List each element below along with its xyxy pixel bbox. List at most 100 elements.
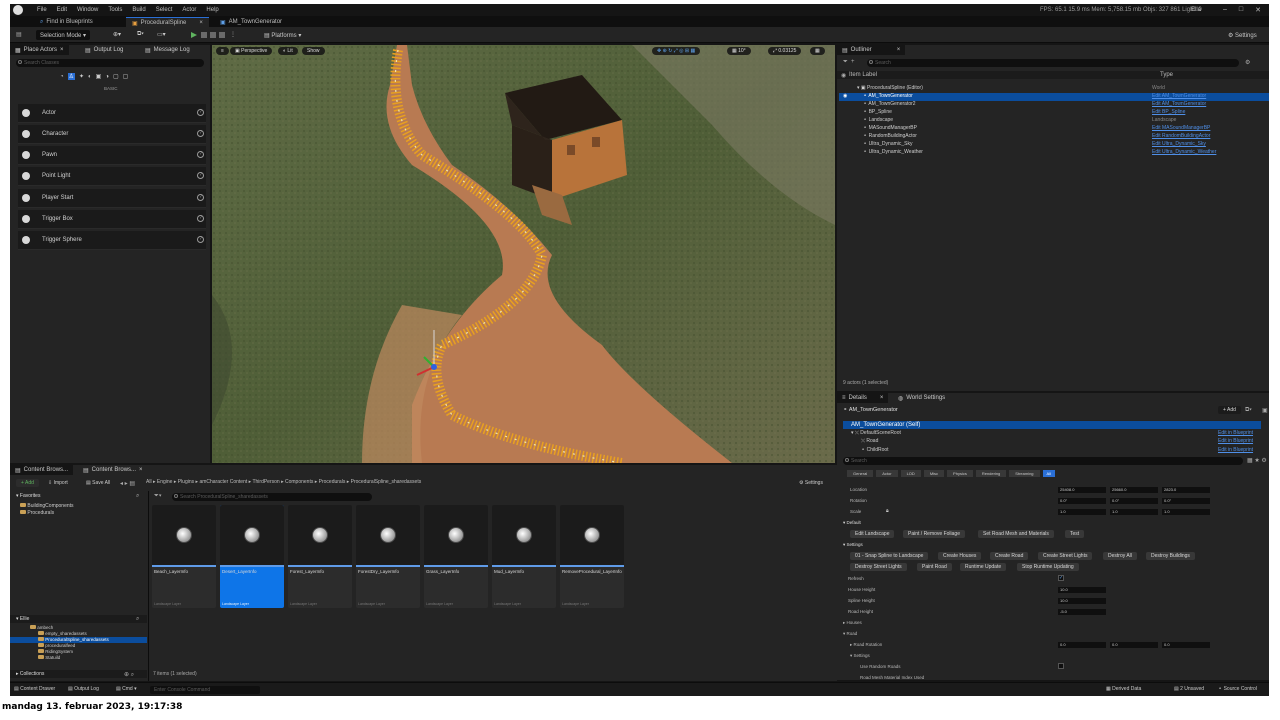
menu-tools[interactable]: Tools <box>108 7 122 13</box>
unsaved-button[interactable]: ▤ 2 Unsaved <box>1174 686 1204 692</box>
add-content-icon[interactable]: ⊕▾ <box>113 31 121 38</box>
output-log-button[interactable]: ▤ Output Log <box>68 686 99 692</box>
tab-procedural-spline[interactable]: ▣ ProceduralSpline × <box>126 17 209 27</box>
source-control-button[interactable]: ⚬ Source Control <box>1218 686 1257 692</box>
favorites-header[interactable]: ▾ Favorites <box>16 493 40 499</box>
visibility-icon[interactable]: ◉ <box>843 93 847 99</box>
menu-build[interactable]: Build <box>132 7 145 13</box>
search-icon[interactable]: ⌕ <box>136 616 139 623</box>
details-search-input[interactable]: Search <box>843 457 1243 465</box>
help-icon[interactable]: ? <box>197 236 204 243</box>
menu-help[interactable]: Help <box>206 7 218 13</box>
content-search-input[interactable]: Search ProceduralSpline_sharedassets <box>172 493 372 501</box>
asset-tile-grass[interactable]: Grass_LayerInfo Landscape Layer <box>424 505 488 608</box>
outliner-row-random-building-actor[interactable]: ⚬ RandomBuildingActor Edit RandomBuilding… <box>839 133 1269 141</box>
edit-in-blueprint-link[interactable]: Edit in Blueprint <box>1218 430 1253 436</box>
fav-building-components[interactable]: BuildingComponents <box>20 503 74 509</box>
tree-folder-proceduralfeed[interactable]: proceduralfeed <box>38 643 75 648</box>
blueprints-icon[interactable]: ⧉▾ <box>137 31 144 38</box>
runtime-update-button[interactable]: Runtime Update <box>960 563 1007 571</box>
filter-rendering[interactable]: Rendering <box>975 470 1007 477</box>
outliner-row-world[interactable]: ▾ ▣ ProceduralSpline (Editor) World <box>839 85 1269 93</box>
close-icon[interactable]: ✕ <box>1255 6 1261 14</box>
actor-item-pawn[interactable]: Pawn? <box>18 146 206 165</box>
console-input[interactable]: Enter Console Command <box>150 686 260 694</box>
actor-item-actor[interactable]: Actor? <box>18 104 206 123</box>
actor-item-point-light[interactable]: Point Light? <box>18 167 206 186</box>
level-viewport[interactable]: ≡ ▣ Perspective ◐ Lit Show ✥ ⊕ ↻ ⤢ ◎ ⊞ ▦… <box>212 45 835 463</box>
create-street-lights-button[interactable]: Create Street Lights <box>1038 552 1093 560</box>
actor-item-player-start[interactable]: Player Start? <box>18 189 206 208</box>
edit-in-blueprint-link[interactable]: Edit in Blueprint <box>1218 438 1253 444</box>
paint-road-button[interactable]: Paint Road <box>917 563 952 571</box>
filter-misc[interactable]: Misc <box>923 470 945 477</box>
outliner-search-input[interactable]: Search <box>867 59 1239 67</box>
stop-icon[interactable] <box>210 32 216 38</box>
tree-header[interactable]: ▾ Ellie <box>16 616 29 622</box>
asset-tile-beach[interactable]: Beach_LayerInfo Landscape Layer <box>152 505 216 608</box>
scale-z[interactable]: 1.0 <box>1162 509 1210 515</box>
paint-remove-foliage-button[interactable]: Paint / Remove Foliage <box>903 530 965 538</box>
filter-general[interactable]: General <box>847 470 874 477</box>
outliner-row-ultra-dynamic-weather[interactable]: ⚬ Ultra_Dynamic_Weather Edit Ultra_Dynami… <box>839 149 1269 157</box>
outliner-row-bp-spline[interactable]: ⚬ BP_Spline Edit BP_Spline <box>839 109 1269 117</box>
component-road[interactable]: ⤬ Road <box>861 438 878 444</box>
save-icon[interactable]: ▤ <box>16 31 22 38</box>
set-road-mesh-button[interactable]: Set Road Mesh and Materials <box>978 530 1054 538</box>
stop-runtime-updating-button[interactable]: Stop Runtime Updating <box>1017 563 1079 571</box>
platforms-dropdown[interactable]: ▤ Platforms ▾ <box>260 30 305 40</box>
breadcrumb-all[interactable]: All <box>146 479 152 485</box>
tab-outliner[interactable]: ▤ Outliner × <box>837 45 906 55</box>
breadcrumb-thirdperson[interactable]: ThirdPerson <box>252 479 279 485</box>
cinematics-icon[interactable]: ▭▾ <box>157 31 166 38</box>
property-matrix-icon[interactable]: ▦ ★ ⚙ <box>1247 457 1267 464</box>
fav-procedurals[interactable]: Procedurals <box>20 510 54 516</box>
content-drawer-button[interactable]: ▤ Content Drawer <box>14 686 55 692</box>
breadcrumb-procedurals[interactable]: Procedurals <box>319 479 346 485</box>
filter-icon[interactable]: ⏷▾ <box>154 493 162 500</box>
viewport-layout-icon[interactable]: ▦ <box>810 47 825 55</box>
filter-all[interactable]: All <box>1042 470 1055 477</box>
asset-tile-desert[interactable]: Desert_LayerInfo Landscape Layer <box>220 505 284 608</box>
menu-select[interactable]: Select <box>156 7 173 13</box>
tab-message-log[interactable]: ▤ Message Log <box>140 45 195 55</box>
actor-item-trigger-sphere[interactable]: Trigger Sphere? <box>18 231 206 250</box>
menu-edit[interactable]: Edit <box>57 7 67 13</box>
edit-landscape-button[interactable]: Edit Landscape <box>850 530 895 538</box>
section-road[interactable]: ▾ Road <box>843 631 857 637</box>
show-button[interactable]: Show <box>302 47 325 55</box>
tree-folder-empty[interactable]: empty_sharedassets <box>38 631 87 636</box>
selection-mode-dropdown[interactable]: Selection Mode ▾ <box>36 30 91 40</box>
help-icon[interactable]: ? <box>197 130 204 137</box>
breadcrumb-engine[interactable]: Engine <box>157 479 173 485</box>
rotation-y[interactable]: 0.0° <box>1110 498 1158 504</box>
tab-output-log[interactable]: ▤ Output Log <box>80 45 128 55</box>
component-child-root[interactable]: ⚬ ChildRoot <box>861 447 889 453</box>
tab-am-town-generator[interactable]: ▣ AM_TownGenerator <box>214 17 288 27</box>
col-item-label[interactable]: Item Label <box>849 72 877 78</box>
maximize-icon[interactable]: □ <box>1239 6 1243 14</box>
basic-category-icon[interactable]: ♙ <box>67 73 76 80</box>
road-rotation-z[interactable]: 0.0 <box>1162 642 1210 648</box>
breadcrumb-plugins[interactable]: Plugins <box>178 479 194 485</box>
road-rotation-x[interactable]: 0.0 <box>1058 642 1106 648</box>
scale-x[interactable]: 1.0 <box>1058 509 1106 515</box>
settings-button[interactable]: ⚙ Settings <box>1224 30 1261 40</box>
viewport-menu-icon[interactable]: ≡ <box>216 47 229 55</box>
all-classes-icon[interactable]: ▢ <box>123 73 129 80</box>
tab-close-icon[interactable]: × <box>139 467 143 473</box>
pause-icon[interactable] <box>201 32 207 38</box>
location-y[interactable]: 25660.0 <box>1110 487 1158 493</box>
tree-folder-ambech[interactable]: ambech <box>30 625 53 630</box>
create-road-button[interactable]: Create Road <box>990 552 1029 560</box>
actor-item-trigger-box[interactable]: Trigger Box? <box>18 210 206 229</box>
lock-icon[interactable]: ▣ <box>1262 407 1268 414</box>
scale-y[interactable]: 1.0 <box>1110 509 1158 515</box>
help-icon[interactable]: ? <box>197 151 204 158</box>
tab-close-icon[interactable]: × <box>880 395 884 401</box>
destroy-street-lights-button[interactable]: Destroy Street Lights <box>850 563 907 571</box>
filter-streaming[interactable]: Streaming <box>1009 470 1040 477</box>
road-height-input[interactable]: -5.0 <box>1058 609 1106 615</box>
section-houses[interactable]: ▸ Houses <box>843 620 862 626</box>
breadcrumb-sharedassets[interactable]: ProceduralSpline_sharedassets <box>351 479 422 485</box>
